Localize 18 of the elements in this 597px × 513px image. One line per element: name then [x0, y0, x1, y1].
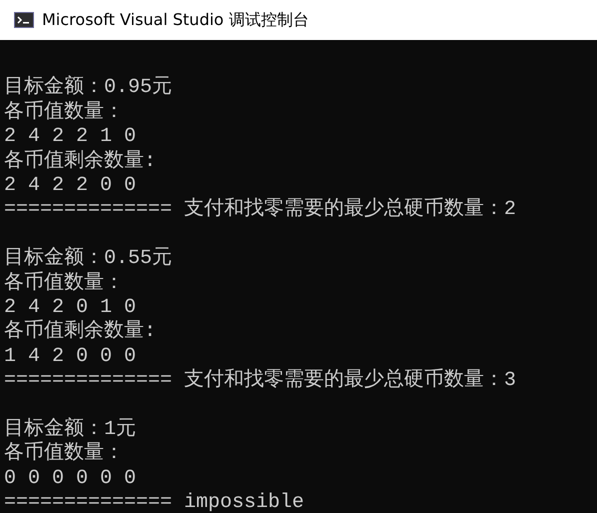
- console-output-line: 2 4 2 0 1 0: [4, 296, 136, 320]
- console-output-line: 0 0 0 0 0 0: [4, 466, 136, 492]
- console-output-line: 各币值数量：: [4, 100, 124, 126]
- console-output-line: ============== impossible: [4, 491, 304, 513]
- console-output-line: 目标金额：0.95元: [4, 76, 172, 100]
- console-output-line: ============== 支付和找零需要的最少总硬币数量：2: [4, 198, 516, 223]
- console-app-icon: [14, 12, 34, 28]
- console-output-line: 2 4 2 2 0 0: [4, 174, 136, 198]
- window-title: Microsoft Visual Studio 调试控制台: [42, 10, 309, 30]
- console-output-line: 目标金额：0.55元: [4, 247, 172, 271]
- console-output-line: ============== 支付和找零需要的最少总硬币数量：3: [4, 369, 516, 394]
- console-output-line: 2 4 2 2 1 0: [4, 125, 136, 149]
- console-output-line: 各币值剩余数量:: [4, 320, 156, 345]
- console-output-line: 各币值数量：: [4, 272, 124, 296]
- console-output-line: 各币值剩余数量:: [4, 150, 156, 174]
- console-output-line: 目标金额：1元: [4, 418, 136, 442]
- console-output-line: 各币值数量：: [4, 442, 124, 467]
- console-output-line: 1 4 2 0 0 0: [4, 344, 136, 370]
